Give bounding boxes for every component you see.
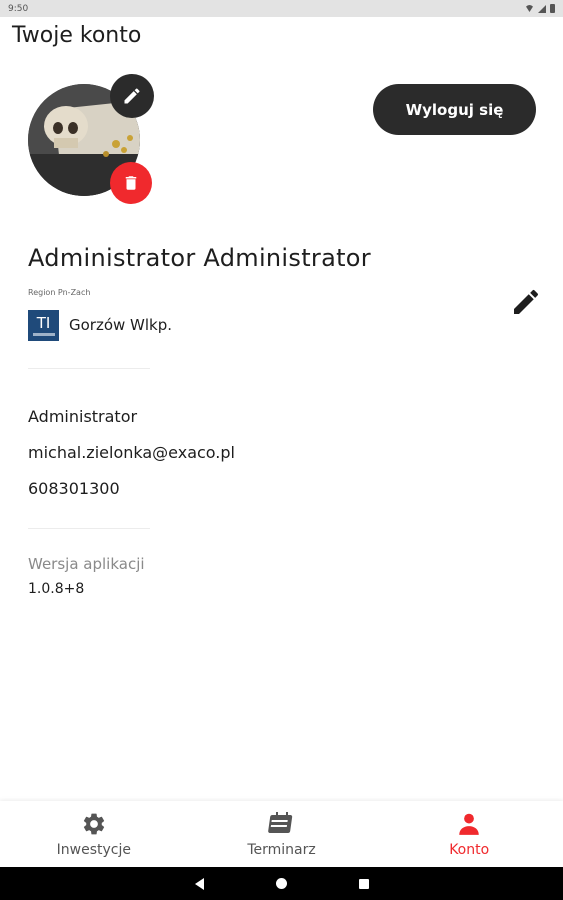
- battery-icon: [550, 4, 555, 13]
- nav-item-inwestycje[interactable]: Inwestycje: [0, 801, 188, 867]
- app-version: 1.0.8+8: [28, 581, 85, 597]
- nav-label: Inwestycje: [56, 841, 131, 858]
- nav-item-terminarz[interactable]: Terminarz: [188, 801, 376, 867]
- edit-avatar-button[interactable]: [110, 74, 154, 118]
- status-icons: [525, 4, 555, 13]
- home-icon[interactable]: [275, 878, 287, 889]
- nav-item-konto[interactable]: Konto: [375, 801, 563, 867]
- org-logo-stripe: [32, 332, 55, 336]
- system-nav-bar: [0, 867, 563, 900]
- divider: [28, 368, 150, 369]
- org-city: Gorzów Wlkp.: [69, 316, 173, 334]
- back-icon[interactable]: [194, 877, 204, 890]
- region-label: Region Pn-Zach: [28, 288, 91, 297]
- user-phone: 608301300: [28, 479, 120, 498]
- trash-icon: [125, 176, 137, 190]
- nav-label: Konto: [449, 841, 490, 858]
- delete-avatar-button[interactable]: [110, 162, 152, 204]
- user-name: Administrator Administrator: [28, 244, 371, 272]
- user-email: michal.zielonka@exaco.pl: [28, 443, 235, 462]
- org-logo: TI: [28, 310, 59, 341]
- wifi-icon: [525, 5, 534, 12]
- edit-profile-button[interactable]: [510, 286, 542, 318]
- user-role: Administrator: [28, 407, 138, 426]
- status-time: 9:50: [8, 3, 29, 14]
- status-bar: 9:50: [0, 0, 563, 17]
- org-logo-text: TI: [36, 313, 51, 332]
- pencil-icon: [514, 289, 539, 314]
- person-icon: [459, 813, 479, 835]
- nav-label: Terminarz: [247, 841, 316, 858]
- recent-apps-icon[interactable]: [358, 878, 369, 889]
- divider: [28, 528, 150, 529]
- bottom-nav: Inwestycje Terminarz Konto: [0, 801, 563, 867]
- gear-icon: [83, 813, 104, 834]
- pencil-icon: [124, 88, 140, 104]
- app-version-label: Wersja aplikacji: [28, 555, 145, 573]
- avatar-container: [28, 74, 154, 204]
- signal-icon: [538, 4, 546, 13]
- page-title: Twoje konto: [12, 23, 142, 48]
- logout-button[interactable]: Wyloguj się: [373, 84, 536, 135]
- calendar-icon: [267, 811, 292, 833]
